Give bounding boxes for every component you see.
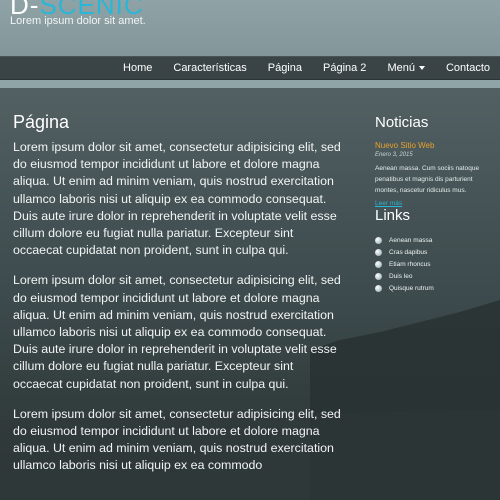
main-content: Página Lorem ipsum dolor sit amet, conse…	[13, 112, 343, 488]
nav-item-menu[interactable]: Menú	[387, 57, 425, 79]
nav-item-pagina[interactable]: Página	[268, 57, 302, 79]
news-heading: Noticias	[375, 114, 429, 131]
link-label: Duis leo	[389, 272, 413, 280]
list-item[interactable]: Cras dapibus	[375, 246, 495, 258]
page-title: Página	[13, 112, 70, 132]
bullet-icon	[375, 284, 382, 292]
body-paragraph: Lorem ipsum dolor sit amet, consectetur …	[13, 406, 341, 473]
nav-item-pagina-2[interactable]: Página 2	[323, 57, 366, 79]
nav-item-caracteristicas[interactable]: Características	[173, 57, 246, 79]
news-item-date: Enero 3, 2015	[375, 152, 413, 158]
body-paragraph: Lorem ipsum dolor sit amet, consectetur …	[13, 140, 341, 258]
news-item-title[interactable]: Nuevo Sitio Web	[375, 141, 495, 150]
header-divider	[0, 79, 500, 88]
links-list: Aenean massa Cras dapibus Etiam rhoncus …	[375, 234, 495, 294]
news-item-text: Aenean massa. Cum sociis natoque penatib…	[375, 165, 480, 194]
nav-item-contacto[interactable]: Contacto	[446, 57, 490, 79]
links-heading: Links	[375, 207, 411, 225]
bullet-icon	[375, 272, 382, 280]
site-tagline: Lorem ipsum dolor sit amet.	[10, 15, 146, 27]
bullet-icon	[375, 260, 382, 268]
bullet-icon	[375, 236, 382, 244]
list-item[interactable]: Quisque rutrum	[375, 282, 495, 294]
link-label: Aenean massa	[389, 236, 433, 244]
chevron-down-icon	[418, 66, 425, 71]
read-more-link[interactable]: Leer más	[375, 200, 495, 207]
main-nav: Home Características Página Página 2 Men…	[0, 56, 500, 80]
bullet-icon	[375, 248, 382, 256]
link-label: Quisque rutrum	[389, 284, 434, 292]
body-paragraph: Lorem ipsum dolor sit amet, consectetur …	[13, 273, 341, 391]
site-header: D-SCENIC Lorem ipsum dolor sit amet.	[0, 0, 500, 56]
list-item[interactable]: Duis leo	[375, 270, 495, 282]
link-label: Cras dapibus	[389, 248, 428, 256]
nav-item-menu-label: Menú	[387, 62, 415, 74]
link-label: Etiam rhoncus	[389, 260, 431, 268]
sidebar: Noticias Nuevo Sitio Web Enero 3, 2015 A…	[375, 114, 495, 294]
list-item[interactable]: Aenean massa	[375, 234, 495, 246]
list-item[interactable]: Etiam rhoncus	[375, 258, 495, 270]
nav-item-home[interactable]: Home	[123, 57, 152, 79]
